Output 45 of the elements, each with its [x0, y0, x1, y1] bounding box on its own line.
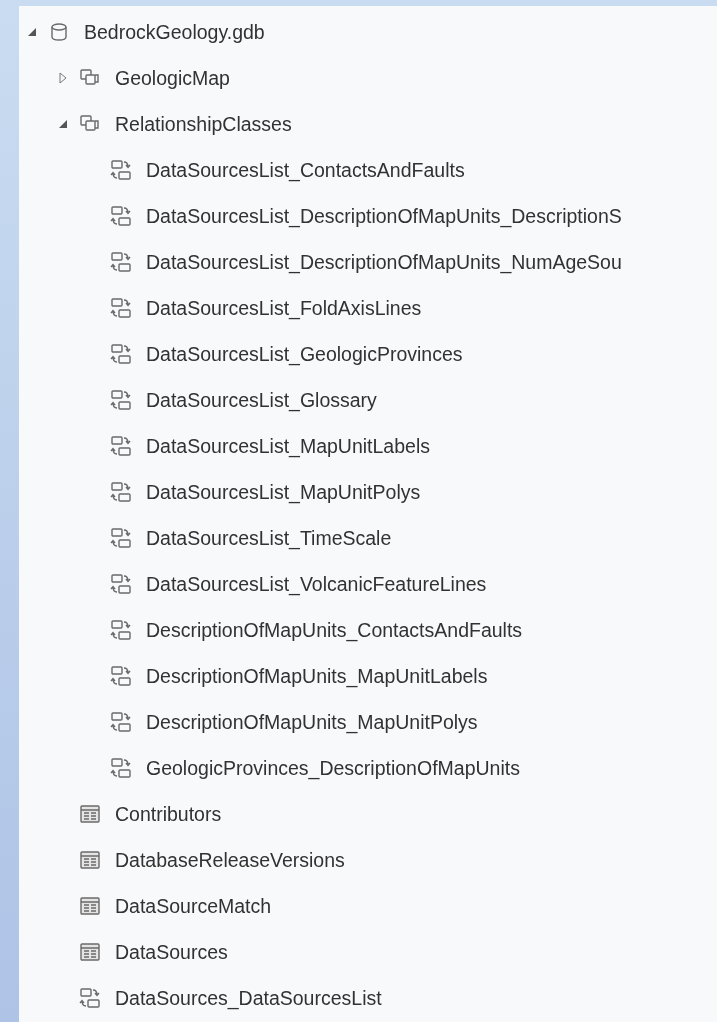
tree-item-label[interactable]: DescriptionOfMapUnits_MapUnitPolys: [146, 710, 478, 734]
tree-item-label[interactable]: GeologicMap: [115, 66, 230, 90]
collapse-arrow-icon[interactable]: [26, 26, 38, 38]
relationship-icon: [110, 711, 132, 733]
relationship-icon: [110, 573, 132, 595]
tree-item-label[interactable]: DataSourcesList_DescriptionOfMapUnits_DescriptionS: [146, 204, 622, 228]
relationship-icon: [110, 481, 132, 503]
relationship-icon: [110, 527, 132, 549]
table-icon: [79, 803, 101, 825]
tree-item-label[interactable]: GeologicProvinces_DescriptionOfMapUnits: [146, 756, 520, 780]
tree-item-label[interactable]: DataSourcesList_GeologicProvinces: [146, 342, 463, 366]
tree-item-label[interactable]: DatabaseReleaseVersions: [115, 848, 345, 872]
relationship-icon: [110, 389, 132, 411]
relationship-icon: [110, 297, 132, 319]
tree-item-label[interactable]: DataSourcesList_ContactsAndFaults: [146, 158, 465, 182]
tree-item-label[interactable]: RelationshipClasses: [115, 112, 292, 136]
tree-item-label[interactable]: DataSourcesList_MapUnitPolys: [146, 480, 421, 504]
database-icon: [48, 21, 70, 43]
relationship-icon: [110, 619, 132, 641]
relationship-icon: [110, 205, 132, 227]
tree-item-label[interactable]: Contributors: [115, 802, 222, 826]
relationship-icon: [110, 343, 132, 365]
tree-item-label[interactable]: DataSourcesList_TimeScale: [146, 526, 392, 550]
table-icon: [79, 941, 101, 963]
tree-item-label[interactable]: DataSources: [115, 940, 228, 964]
expand-arrow-icon[interactable]: [57, 72, 69, 84]
tree-item-label[interactable]: DescriptionOfMapUnits_ContactsAndFaults: [146, 618, 523, 642]
relationship-icon: [110, 665, 132, 687]
tree-item-label[interactable]: DataSources_DataSourcesList: [115, 986, 382, 1010]
relationship-icon: [110, 251, 132, 273]
tree-item-label[interactable]: DataSourcesList_MapUnitLabels: [146, 434, 430, 458]
tree-item-label[interactable]: DataSourcesList_VolcanicFeatureLines: [146, 572, 487, 596]
tree-item-label[interactable]: DataSourcesList_DescriptionOfMapUnits_NumAgeSou: [146, 250, 622, 274]
tree-item-label[interactable]: DataSourceMatch: [115, 894, 272, 918]
tree-item-label[interactable]: DataSourcesList_FoldAxisLines: [146, 296, 422, 320]
relationship-icon: [110, 435, 132, 457]
table-icon: [79, 895, 101, 917]
tree-item-label[interactable]: DataSourcesList_Glossary: [146, 388, 377, 412]
relationship-icon: [79, 987, 101, 1009]
relationship-icon: [110, 757, 132, 779]
collapse-arrow-icon[interactable]: [57, 118, 69, 130]
tree-item-label[interactable]: DescriptionOfMapUnits_MapUnitLabels: [146, 664, 488, 688]
table-icon: [79, 849, 101, 871]
tree-item-label[interactable]: BedrockGeology.gdb: [84, 20, 265, 44]
relationship-icon: [110, 159, 132, 181]
